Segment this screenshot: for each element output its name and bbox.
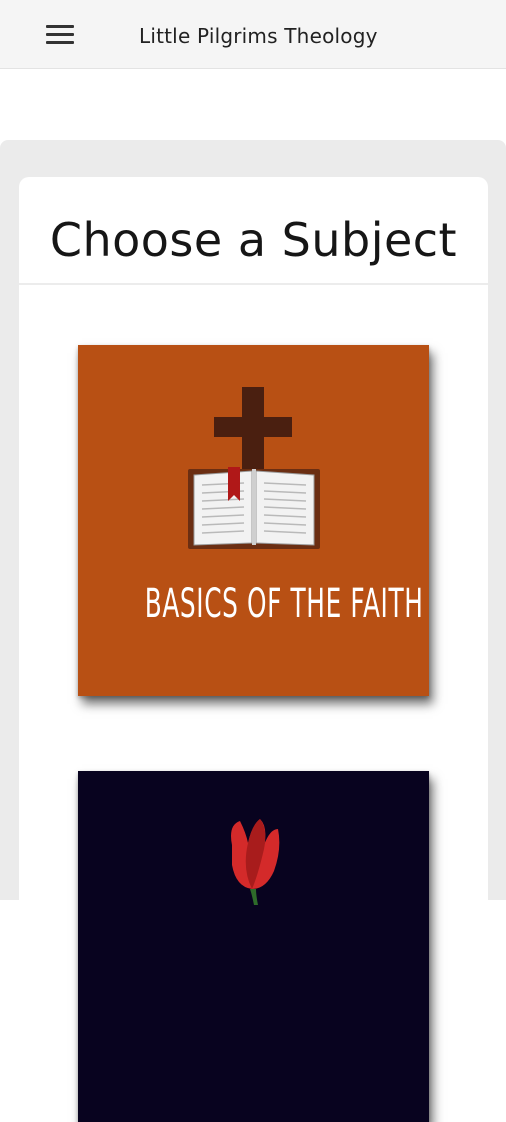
- subject-card: Choose a Subject BASICS OF THE FAITH: [19, 177, 488, 1122]
- hamburger-menu-icon[interactable]: [38, 14, 82, 54]
- app-title: Little Pilgrims Theology: [139, 24, 378, 48]
- subject-tile-basics-of-the-faith[interactable]: BASICS OF THE FAITH: [78, 345, 429, 696]
- page-title: Choose a Subject: [49, 213, 458, 267]
- cross-and-open-bible-icon: [188, 387, 320, 549]
- app-bar: Little Pilgrims Theology: [0, 0, 506, 69]
- subject-tile-label: BASICS OF THE FAITH: [144, 581, 424, 627]
- title-divider: [19, 283, 488, 285]
- red-tulip-icon: [231, 819, 280, 905]
- subject-tile-2[interactable]: [78, 771, 429, 1122]
